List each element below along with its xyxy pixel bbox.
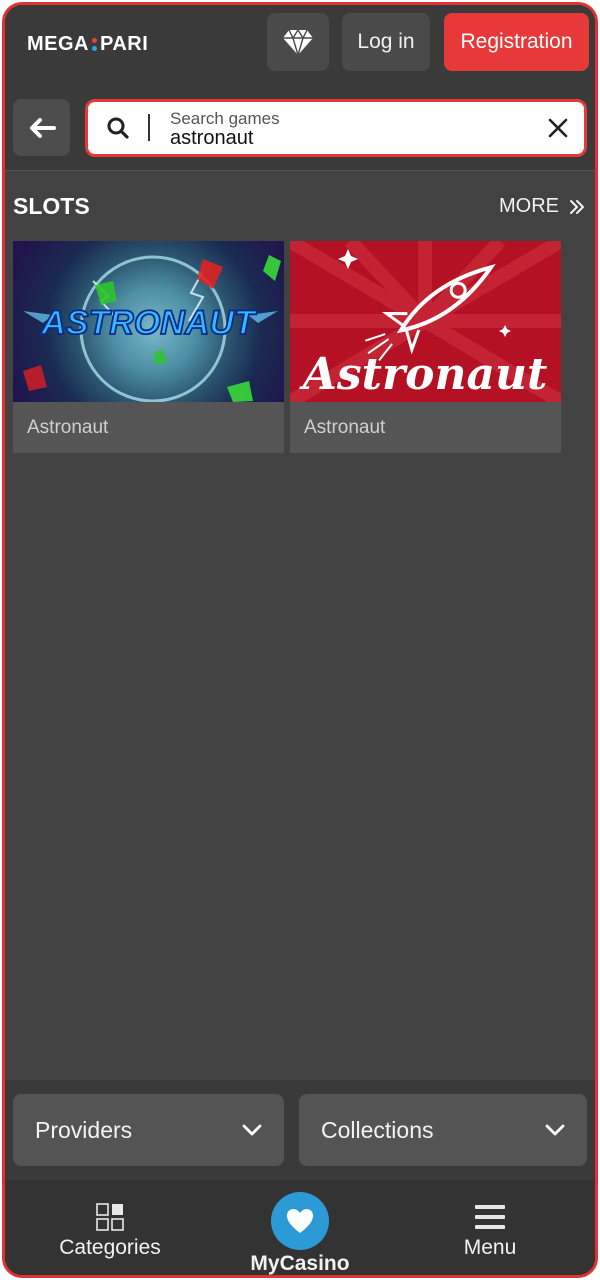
mycasino-button[interactable]	[271, 1192, 329, 1250]
login-button[interactable]: Log in	[342, 13, 430, 71]
header: MEGA PARI Log in Registration	[5, 5, 595, 85]
search-divider	[148, 114, 150, 141]
game-thumbnail[interactable]: ASTRONAUT	[13, 241, 284, 402]
more-label: MORE	[499, 195, 559, 217]
arrow-left-icon	[29, 117, 56, 138]
logo-text-left: MEGA	[27, 32, 89, 55]
vip-button[interactable]	[267, 13, 329, 71]
game-card[interactable]: Astronaut Astronaut	[290, 241, 561, 453]
game-card[interactable]: ASTRONAUT Astronaut	[13, 241, 284, 453]
art-title: Astronaut	[299, 349, 548, 400]
logo-text-right: PARI	[100, 32, 149, 55]
diamond-icon	[283, 28, 313, 56]
bottom-nav: Categories MyCasino Menu	[5, 1180, 595, 1275]
search-placeholder: Search games	[170, 109, 280, 128]
astronaut-rocket-art: Astronaut	[290, 241, 561, 402]
nav-menu[interactable]: Menu	[415, 1180, 565, 1275]
nav-mycasino-label: MyCasino	[250, 1252, 350, 1275]
art-title: ASTRONAUT	[40, 304, 258, 342]
back-button[interactable]	[13, 99, 70, 156]
search-icon	[107, 117, 129, 139]
search-bar: Search games astronaut	[5, 85, 595, 171]
megapari-logo[interactable]: MEGA PARI	[27, 31, 148, 57]
chevron-down-icon	[242, 1124, 262, 1136]
nav-menu-label: Menu	[463, 1236, 517, 1259]
nav-mycasino[interactable]: MyCasino	[225, 1180, 375, 1275]
heart-icon	[287, 1209, 313, 1233]
logo-dots	[92, 37, 97, 51]
chevron-down-icon	[545, 1124, 565, 1136]
game-title: Astronaut	[27, 417, 109, 438]
close-icon[interactable]	[546, 116, 570, 140]
app-frame: MEGA PARI Log in Registration Search gam…	[2, 2, 598, 1278]
section-title: SLOTS	[13, 193, 90, 219]
grid-icon	[96, 1203, 124, 1231]
collections-dropdown[interactable]: Collections	[299, 1094, 587, 1166]
search-value[interactable]: astronaut	[170, 127, 253, 150]
filter-bar: Providers Collections	[5, 1080, 595, 1180]
double-chevron-right-icon	[570, 199, 584, 214]
nav-categories[interactable]: Categories	[35, 1180, 185, 1275]
nav-categories-label: Categories	[59, 1236, 161, 1259]
search-input[interactable]: Search games astronaut	[85, 99, 587, 157]
astronaut-slot-art: ASTRONAUT	[23, 255, 281, 402]
more-link[interactable]: MORE	[499, 195, 585, 218]
registration-button[interactable]: Registration	[444, 13, 589, 71]
providers-label: Providers	[35, 1116, 133, 1143]
game-title: Astronaut	[304, 417, 386, 438]
collections-label: Collections	[321, 1116, 434, 1143]
game-thumbnail[interactable]: Astronaut	[290, 241, 561, 402]
hamburger-menu-icon	[475, 1205, 505, 1229]
providers-dropdown[interactable]: Providers	[13, 1094, 284, 1166]
